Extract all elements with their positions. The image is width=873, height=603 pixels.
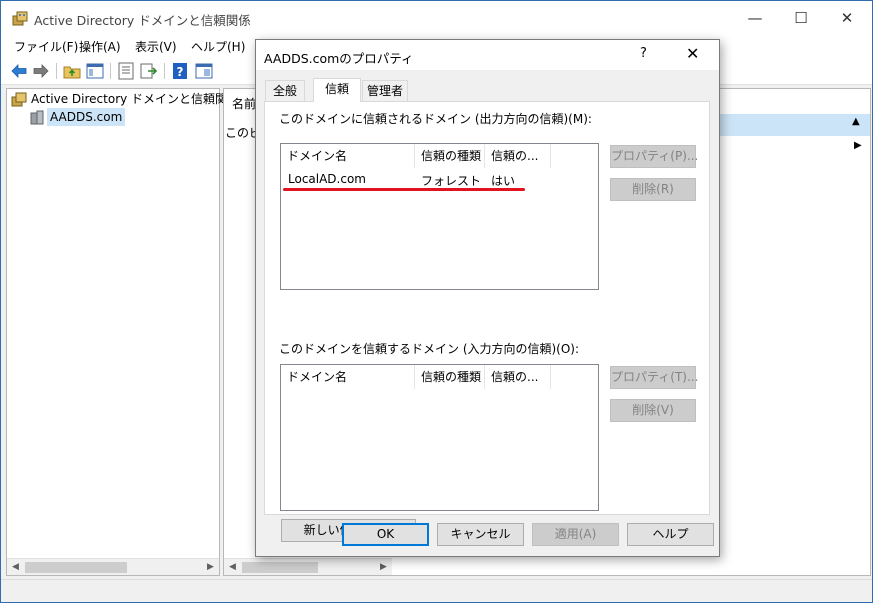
help-question-button[interactable]: ?: [640, 46, 647, 61]
console-tree-pane: Active Directory ドメインと信頼関係 [ AADDS.com ◀…: [6, 88, 248, 576]
ok-button[interactable]: OK: [342, 523, 429, 546]
row-trust-type: フォレスト: [421, 174, 482, 188]
console-tree-icon[interactable]: [85, 61, 105, 81]
up-folder-icon[interactable]: [62, 61, 82, 81]
incoming-properties-button[interactable]: プロパティ(T)...: [610, 366, 698, 389]
cancel-button[interactable]: キャンセル: [437, 523, 524, 546]
scroll-right-arrow-icon[interactable]: ▶: [375, 559, 392, 576]
apply-button[interactable]: 適用(A): [532, 523, 619, 546]
column-transitive[interactable]: 信頼の...: [485, 144, 551, 168]
tab-trusts[interactable]: 信頼: [313, 78, 361, 102]
outgoing-remove-button[interactable]: 削除(R): [610, 178, 696, 201]
domain-icon: [30, 110, 44, 125]
red-highlight-underline: [283, 188, 525, 191]
dialog-title: AADDS.comのプロパティ: [264, 51, 414, 66]
row-domain-name: LocalAD.com: [288, 172, 366, 186]
dialog-title-bar: AADDS.comのプロパティ ? ✕: [256, 40, 719, 70]
title-bar: Active Directory ドメインと信頼関係 — ☐ ✕: [1, 1, 872, 35]
status-bar: [1, 579, 872, 602]
column-trust-type[interactable]: 信頼の種類: [415, 365, 485, 389]
outgoing-trusts-label: このドメインに信頼されるドメイン (出力方向の信頼)(M):: [279, 112, 592, 126]
tab-managed-by[interactable]: 管理者: [362, 80, 408, 101]
maximize-button[interactable]: ☐: [778, 1, 824, 35]
scroll-right-arrow-icon[interactable]: ▶: [202, 559, 219, 576]
back-arrow-icon[interactable]: [9, 61, 29, 81]
mmc-pane-icon[interactable]: [194, 61, 214, 81]
tab-general[interactable]: 全般: [265, 80, 305, 101]
export-list-icon[interactable]: [139, 61, 159, 81]
svg-text:?: ?: [177, 65, 184, 79]
column-transitive[interactable]: 信頼の...: [485, 365, 551, 389]
menu-view[interactable]: 表示(V): [135, 38, 177, 55]
tree-root-label: Active Directory ドメインと信頼関係 [: [31, 92, 248, 106]
dialog-close-button[interactable]: ✕: [686, 44, 699, 63]
ad-domains-trusts-icon: [11, 92, 27, 107]
properties-icon[interactable]: [116, 61, 136, 81]
name-column-header[interactable]: 名前: [232, 95, 256, 112]
minimize-button[interactable]: —: [732, 1, 778, 35]
outgoing-trusts-list[interactable]: ドメイン名 信頼の種類 信頼の... LocalAD.com フォレスト はい: [280, 143, 599, 290]
expand-right-icon[interactable]: ▶: [854, 140, 862, 151]
help-icon[interactable]: ?: [170, 61, 190, 81]
close-button[interactable]: ✕: [824, 1, 870, 35]
forward-arrow-icon[interactable]: [31, 61, 51, 81]
actions-header-band: [720, 114, 870, 136]
column-domain-name[interactable]: ドメイン名: [281, 365, 415, 389]
tree-domain-label: AADDS.com: [47, 108, 126, 126]
menu-action[interactable]: 操作(A): [79, 38, 121, 55]
column-domain-name[interactable]: ドメイン名: [281, 144, 415, 168]
ad-domains-trusts-icon: [12, 11, 28, 26]
menu-help[interactable]: ヘルプ(H): [191, 38, 245, 55]
trusts-tab-panel: このドメインに信頼されるドメイン (出力方向の信頼)(M): ドメイン名 信頼の…: [264, 101, 710, 542]
incoming-remove-button[interactable]: 削除(V): [610, 399, 696, 422]
properties-dialog: AADDS.comのプロパティ ? ✕ 全般 信頼 管理者 このドメインに信頼さ…: [255, 39, 720, 557]
result-horizontal-scrollbar[interactable]: ◀ ▶: [224, 558, 392, 575]
tree-horizontal-scrollbar[interactable]: ◀ ▶: [7, 558, 219, 575]
scroll-thumb[interactable]: [242, 562, 318, 573]
incoming-trusts-list[interactable]: ドメイン名 信頼の種類 信頼の...: [280, 364, 599, 511]
scroll-left-arrow-icon[interactable]: ◀: [7, 559, 24, 576]
dialog-help-button[interactable]: ヘルプ: [627, 523, 714, 546]
column-trust-type[interactable]: 信頼の種類: [415, 144, 485, 168]
incoming-list-header: ドメイン名 信頼の種類 信頼の...: [281, 365, 598, 389]
scroll-left-arrow-icon[interactable]: ◀: [224, 559, 241, 576]
window-title: Active Directory ドメインと信頼関係: [34, 13, 251, 28]
incoming-trusts-label: このドメインを信頼するドメイン (入力方向の信頼)(O):: [279, 342, 580, 356]
outgoing-list-header: ドメイン名 信頼の種類 信頼の...: [281, 144, 598, 168]
collapse-up-icon[interactable]: ▲: [852, 116, 860, 127]
row-transitive: はい: [491, 174, 516, 188]
scroll-thumb[interactable]: [25, 562, 127, 573]
menu-file[interactable]: ファイル(F): [14, 38, 78, 55]
outgoing-properties-button[interactable]: プロパティ(P)...: [610, 145, 698, 168]
